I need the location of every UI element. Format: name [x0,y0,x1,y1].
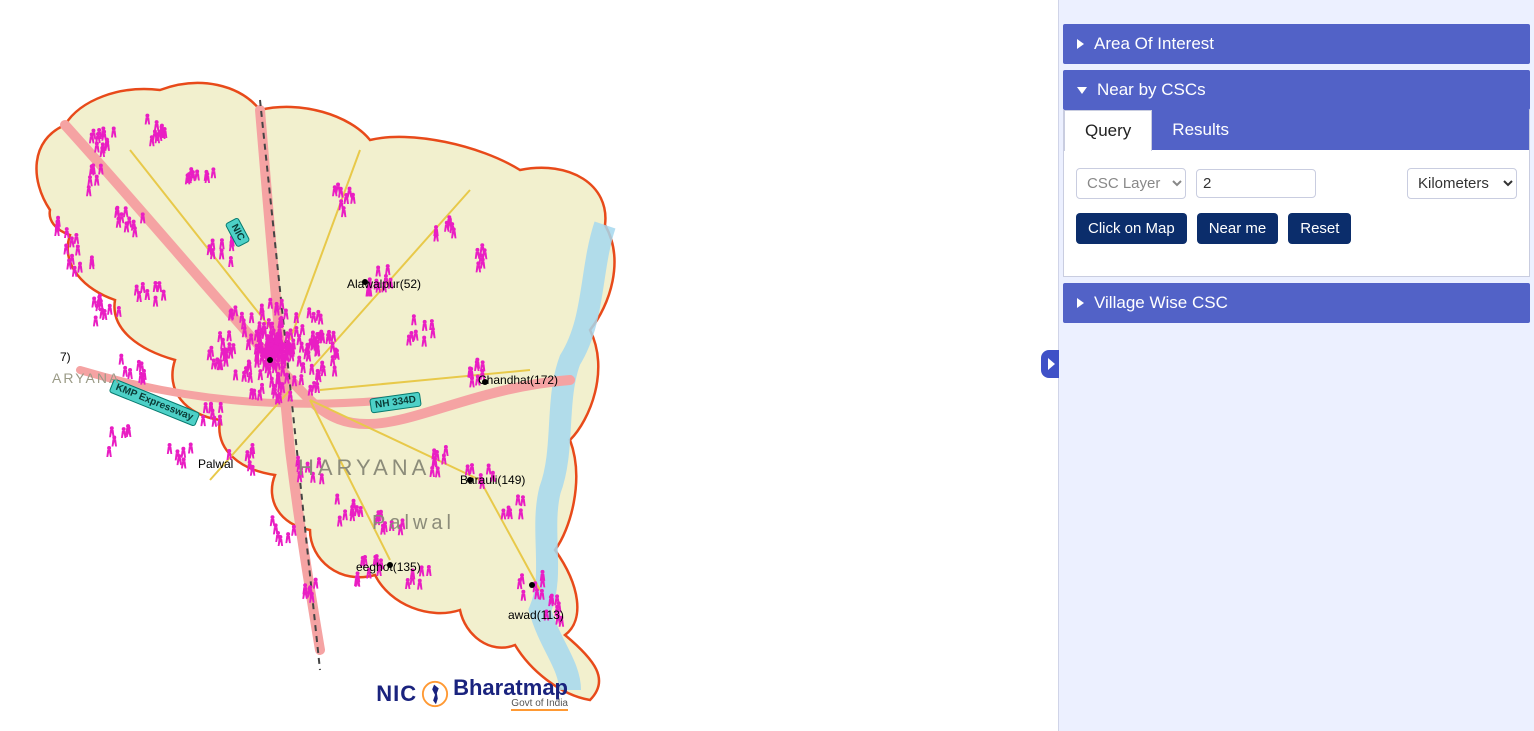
accordion-village-wise[interactable]: Village Wise CSC [1063,283,1530,323]
tab-query[interactable]: Query [1064,110,1152,151]
accordion-nearby-cscs[interactable]: Near by CSCs [1063,70,1530,110]
accordion-body-nearby: Query Results CSC Layer Kilometers Click… [1063,110,1530,277]
chevron-right-icon [1077,298,1084,308]
layer-select[interactable]: CSC Layer [1076,168,1186,199]
accordion-title: Near by CSCs [1097,80,1206,100]
logo-sub-text: Govt of India [511,699,568,711]
near-me-button[interactable]: Near me [1197,213,1279,244]
accordion-title: Village Wise CSC [1094,293,1228,313]
unit-select[interactable]: Kilometers [1407,168,1517,199]
logo-nic-text: NIC [376,681,417,707]
click-on-map-button[interactable]: Click on Map [1076,213,1187,244]
tab-results[interactable]: Results [1152,110,1249,150]
sidebar-collapse-toggle[interactable] [1041,350,1059,378]
map-area[interactable]: NH 334D KMP Expressway NIC Alawalpur(52)… [0,0,1058,731]
chevron-down-icon [1077,87,1087,94]
bharatmap-logo: NIC Bharatmap Govt of India [376,677,568,711]
logo-bharat-text: Bharatmap [453,677,568,699]
distance-input[interactable] [1196,169,1316,198]
sidebar: Area Of Interest Near by CSCs Query Resu… [1058,0,1534,731]
chevron-right-icon [1077,39,1084,49]
tab-row: Query Results [1064,110,1529,150]
map-svg [10,30,660,730]
accordion-title: Area Of Interest [1094,34,1214,54]
india-icon [421,680,449,708]
reset-button[interactable]: Reset [1288,213,1351,244]
accordion-area-of-interest[interactable]: Area Of Interest [1063,24,1530,64]
